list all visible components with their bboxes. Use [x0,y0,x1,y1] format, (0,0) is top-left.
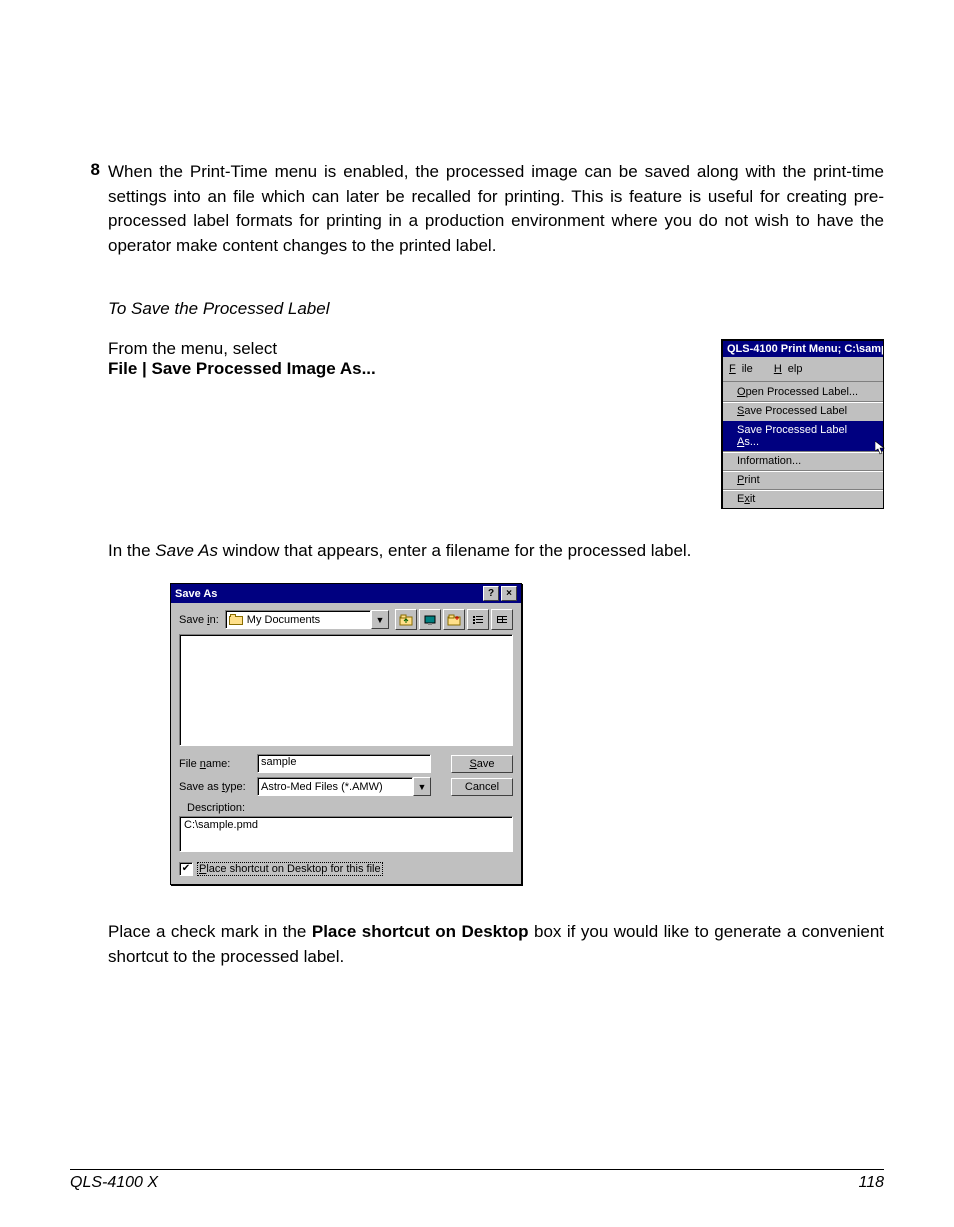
savein-label: Save in: [179,614,219,626]
description-label: Description: [187,802,513,814]
instruction-line2: File | Save Processed Image As... [108,359,681,379]
paragraph-saveas-intro: In the Save As window that appears, ente… [108,539,884,564]
savetype-dropdown-arrow[interactable]: ▼ [413,777,431,796]
details-view-icon[interactable] [491,609,513,630]
menu-item-saveas[interactable]: Save Processed Label As... [723,420,883,451]
cancel-button[interactable]: Cancel [451,778,513,796]
print-menu-window: QLS-4100 Print Menu; C:\samp File Help O… [721,339,884,509]
saveas-titlebar: Save As ? × [171,584,521,603]
footer-page: 118 [858,1174,884,1192]
paragraph-shortcut: Place a check mark in the Place shortcut… [108,920,884,969]
saveas-toolbar [395,609,513,630]
help-button[interactable]: ? [483,586,499,601]
step-number: 8 [70,160,108,259]
shortcut-checkbox[interactable]: ✔ [179,862,193,876]
menu-item-exit[interactable]: Exit [723,489,883,508]
savetype-dropdown[interactable]: Astro-Med Files (*.AMW) [257,777,413,796]
new-folder-icon[interactable] [443,609,465,630]
step-text: When the Print-Time menu is enabled, the… [108,160,884,259]
saveas-dialog: Save As ? × Save in: My Documents ▼ [170,583,522,885]
instruction-line1: From the menu, select [108,339,681,359]
menu-item-print[interactable]: Print [723,470,883,489]
savein-dropdown[interactable]: My Documents [225,610,371,629]
menu-item-info[interactable]: Information... [723,451,883,470]
filename-input[interactable]: sample [257,754,431,773]
menubar: File Help [723,357,883,382]
instruction-text: From the menu, select File | Save Proces… [108,339,681,509]
up-folder-icon[interactable] [395,609,417,630]
menu-help[interactable]: Help [768,359,815,379]
menu-item-save[interactable]: Save Processed Label [723,401,883,420]
folder-icon [229,614,243,625]
savein-dropdown-arrow[interactable]: ▼ [371,610,389,629]
footer-left: QLS-4100 X [70,1174,158,1192]
subheading: To Save the Processed Label [108,299,884,319]
file-list[interactable] [179,634,513,746]
desktop-icon[interactable] [419,609,441,630]
menu-file[interactable]: File [723,359,765,379]
menu-dropdown: Open Processed Label... Save Processed L… [723,382,883,508]
shortcut-checkbox-label[interactable]: Place shortcut on Desktop for this file [197,862,383,876]
save-button[interactable]: Save [451,755,513,773]
saveas-title-text: Save As [175,588,217,600]
page-footer: QLS-4100 X 118 [70,1169,884,1192]
cursor-icon [875,441,887,455]
step-block: 8 When the Print-Time menu is enabled, t… [70,160,884,259]
list-view-icon[interactable] [467,609,489,630]
filename-label: File name: [179,758,251,770]
savetype-label: Save as type: [179,781,251,793]
description-input[interactable]: C:\sample.pmd [179,816,513,852]
menu-item-open[interactable]: Open Processed Label... [723,382,883,401]
window-title: QLS-4100 Print Menu; C:\samp [723,341,883,357]
close-button[interactable]: × [501,586,517,601]
